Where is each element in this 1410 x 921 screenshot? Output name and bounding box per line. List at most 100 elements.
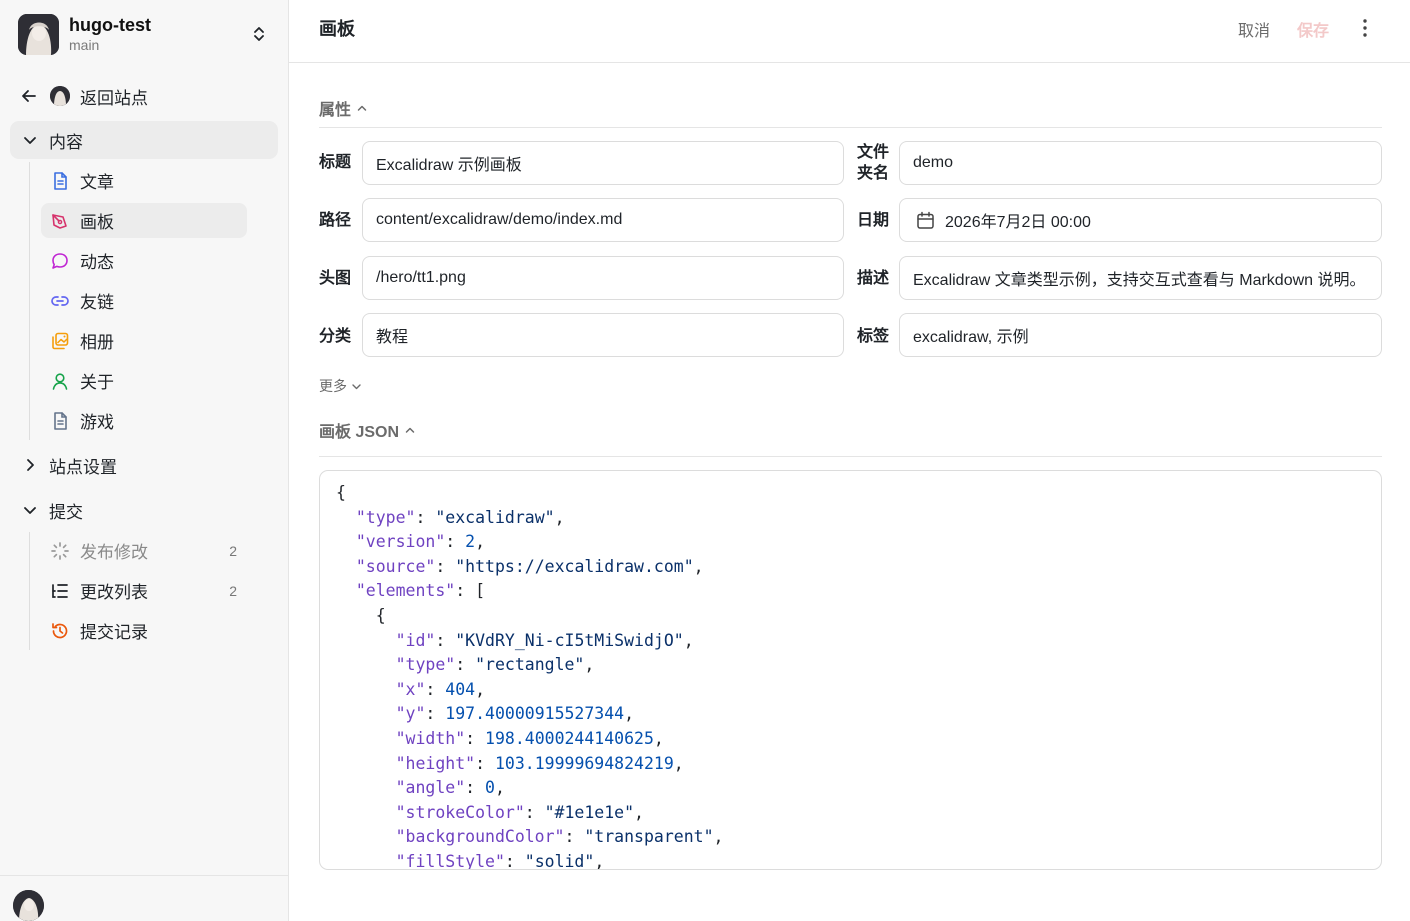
- sidebar-item-commit-history[interactable]: 提交记录: [41, 613, 247, 648]
- folder-name-input[interactable]: [899, 141, 1382, 185]
- code-token: 404: [445, 679, 476, 699]
- path-input[interactable]: [362, 198, 844, 242]
- code-token: :: [564, 827, 585, 847]
- code-token: {: [375, 605, 386, 625]
- json-section-toggle[interactable]: 画板 JSON: [319, 418, 416, 442]
- code-line: "type": "excalidraw",: [336, 508, 565, 527]
- code-token: ,: [624, 704, 635, 724]
- sidebar-item-label: 相册: [80, 333, 114, 352]
- sidebar-item-label: 关于: [80, 373, 114, 392]
- back-to-site-link[interactable]: 返回站点: [20, 82, 148, 110]
- code-token: ,: [634, 802, 644, 822]
- sidebar-item-links[interactable]: 友链: [41, 283, 247, 318]
- hero-image-input[interactable]: [362, 256, 844, 300]
- path-label: 路径: [319, 212, 352, 229]
- group-content[interactable]: 内容: [10, 121, 278, 159]
- hero-image-label: 头图: [319, 270, 352, 287]
- code-line: "elements": [: [336, 581, 485, 600]
- code-token: "y": [395, 704, 426, 724]
- save-button[interactable]: 保存: [1297, 17, 1329, 41]
- group-site-settings-label: 站点设置: [49, 457, 117, 477]
- tree-guide-line: [29, 162, 30, 440]
- description-input[interactable]: [899, 256, 1382, 300]
- code-token: ,: [475, 532, 486, 552]
- code-token: "x": [395, 679, 426, 699]
- site-avatar: [18, 13, 59, 55]
- code-token: ,: [475, 679, 486, 699]
- code-line: "angle": 0,: [336, 778, 505, 797]
- code-token: :: [465, 728, 486, 748]
- properties-section-title: 属性: [319, 102, 352, 119]
- code-token: :: [435, 630, 456, 650]
- code-line: "y": 197.40000915527344,: [336, 704, 634, 723]
- code-token: "#1e1e1e": [544, 802, 635, 822]
- site-name: hugo-test: [69, 15, 151, 35]
- code-line: "version": 2,: [336, 532, 485, 551]
- publish-count-badge: 2: [229, 542, 237, 559]
- code-line: "height": 103.19999694824219,: [336, 754, 684, 773]
- code-token: "type": [355, 507, 416, 527]
- chevron-up-icon: [357, 105, 367, 111]
- sidebar-item-games[interactable]: 游戏: [41, 403, 247, 438]
- more-vertical-icon[interactable]: [1355, 17, 1375, 39]
- sidebar-item-gallery[interactable]: 相册: [41, 323, 247, 358]
- code-token: "rectangle": [475, 655, 585, 675]
- code-line: "fillStyle": "solid",: [336, 851, 605, 870]
- group-commit[interactable]: 提交: [10, 491, 278, 529]
- site-switcher[interactable]: hugo-test main: [18, 12, 273, 56]
- category-input[interactable]: [362, 313, 844, 357]
- group-site-settings[interactable]: 站点设置: [10, 446, 278, 484]
- tags-input[interactable]: [899, 313, 1382, 357]
- calendar-icon: [917, 211, 934, 229]
- sidebar-item-label: 友链: [80, 293, 114, 312]
- json-section-title: 画板 JSON: [319, 424, 400, 441]
- code-line: {: [336, 483, 346, 502]
- site-mini-avatar: [50, 86, 70, 106]
- date-label: 日期: [857, 212, 890, 229]
- back-label: 返回站点: [80, 88, 148, 108]
- code-token: ,: [594, 851, 605, 870]
- code-line: "strokeColor": "#1e1e1e",: [336, 803, 644, 822]
- code-token: :: [435, 556, 456, 576]
- loader-icon: [51, 541, 69, 560]
- code-line: "source": "https://excalidraw.com",: [336, 557, 704, 576]
- code-line: {: [336, 606, 386, 625]
- json-code: { "type": "excalidraw", "version": 2, "s…: [320, 471, 1381, 870]
- user-avatar[interactable]: [13, 890, 44, 921]
- image-gallery-icon: [52, 332, 69, 349]
- title-input[interactable]: [362, 141, 844, 185]
- code-token: "https://excalidraw.com": [455, 556, 694, 576]
- code-token: "KVdRY_Ni-cI5tMiSwidjO": [455, 630, 684, 650]
- chevron-right-icon: [27, 459, 34, 471]
- code-line: "id": "KVdRY_Ni-cI5tMiSwidjO",: [336, 631, 694, 650]
- sidebar-item-publish[interactable]: 发布修改 2: [41, 533, 247, 568]
- tree-guide-line: [29, 532, 30, 650]
- cancel-button[interactable]: 取消: [1238, 17, 1270, 41]
- code-token: "id": [395, 630, 436, 650]
- properties-section-toggle[interactable]: 属性: [319, 96, 368, 120]
- sidebar-item-boards[interactable]: 画板: [41, 203, 247, 238]
- changes-count-badge: 2: [229, 582, 237, 599]
- arrow-left-icon: [22, 90, 36, 102]
- description-label: 描述: [857, 270, 890, 287]
- more-fields-toggle[interactable]: 更多: [319, 376, 362, 396]
- code-token: "fillStyle": [395, 851, 505, 870]
- code-token: "version": [355, 532, 446, 552]
- link-icon: [51, 295, 69, 306]
- code-token: 197.40000915527344: [445, 704, 625, 724]
- sidebar-item-about[interactable]: 关于: [41, 363, 247, 398]
- pen-tool-icon: [52, 213, 67, 229]
- top-bar: 画板 取消 保存: [289, 0, 1410, 63]
- date-picker[interactable]: 2026年7月2日 00:00: [899, 198, 1382, 242]
- sidebar-item-articles[interactable]: 文章: [41, 163, 247, 198]
- json-editor[interactable]: { "type": "excalidraw", "version": 2, "s…: [319, 470, 1382, 870]
- sidebar-item-moments[interactable]: 动态: [41, 243, 247, 278]
- document-icon: [54, 411, 67, 430]
- sidebar-item-label: 画板: [80, 213, 114, 232]
- section-divider: [319, 127, 1382, 128]
- chevron-up-icon: [405, 427, 415, 433]
- sidebar-item-changes[interactable]: 更改列表 2: [41, 573, 247, 608]
- code-token: "strokeColor": [395, 802, 525, 822]
- code-token: :: [475, 753, 495, 773]
- code-token: ,: [584, 655, 595, 675]
